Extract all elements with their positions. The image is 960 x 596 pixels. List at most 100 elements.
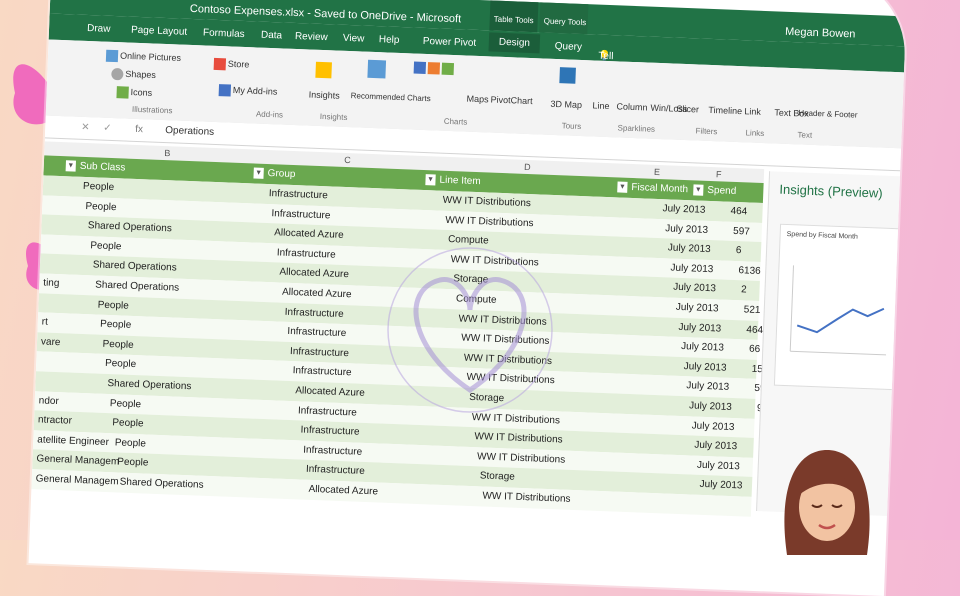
user-name[interactable]: Megan Bowen xyxy=(785,26,856,41)
table-cell[interactable]: People xyxy=(85,201,117,213)
column-header[interactable]: B xyxy=(164,148,170,158)
table-cell[interactable]: WW IT Distributions xyxy=(477,451,566,465)
header-group[interactable]: Group xyxy=(267,168,295,180)
table-cell[interactable]: Infrastructure xyxy=(306,464,365,477)
shapes-button[interactable]: Shapes xyxy=(111,67,156,82)
header-spend[interactable]: Spend xyxy=(707,185,736,197)
recommended-charts-button[interactable] xyxy=(367,59,388,79)
table-cell[interactable]: 2 xyxy=(741,285,747,296)
column-header[interactable]: E xyxy=(654,167,660,177)
table-cell[interactable]: Allocated Azure xyxy=(308,484,378,498)
table-cell[interactable]: People xyxy=(117,457,149,469)
filter-dropdown-icon[interactable]: ▼ xyxy=(425,174,436,186)
table-cell[interactable]: People xyxy=(97,299,129,311)
table-cell[interactable]: WW IT Distributions xyxy=(445,214,534,228)
table-cell[interactable]: People xyxy=(110,398,142,410)
my-addins-button[interactable]: My Add-ins xyxy=(218,84,278,98)
filter-dropdown-icon[interactable]: ▼ xyxy=(253,167,264,179)
enter-icon[interactable]: ✓ xyxy=(103,123,112,134)
table-cell[interactable]: Allocated Azure xyxy=(279,267,349,281)
table-cell[interactable]: Infrastructure xyxy=(292,365,351,378)
table-cell[interactable]: People xyxy=(115,437,147,449)
tab-formulas[interactable]: Formulas xyxy=(203,27,245,40)
table-cell[interactable]: People xyxy=(105,358,137,370)
table-cell[interactable]: General Managem xyxy=(36,454,119,468)
store-button[interactable]: Store xyxy=(213,57,250,71)
sparkline-line-button[interactable]: Line xyxy=(592,100,609,111)
table-cell[interactable]: ntractor xyxy=(38,415,72,427)
table-cell[interactable]: ndor xyxy=(39,395,59,407)
table-cell[interactable]: Shared Operations xyxy=(93,260,177,274)
table-cell[interactable]: vare xyxy=(41,336,61,348)
table-cell[interactable]: Infrastructure xyxy=(303,444,362,457)
table-cell[interactable]: 464 xyxy=(746,324,763,336)
table-cell[interactable]: Infrastructure xyxy=(285,306,344,319)
table-cell[interactable]: 66 xyxy=(749,344,761,355)
table-cell[interactable]: Allocated Azure xyxy=(295,385,365,399)
table-cell[interactable]: 6 xyxy=(736,245,742,256)
table-cell[interactable]: WW IT Distributions xyxy=(461,333,550,347)
table-cell[interactable]: Shared Operations xyxy=(95,279,179,293)
3d-map-button[interactable] xyxy=(559,67,578,84)
tab-help[interactable]: Help xyxy=(379,34,400,46)
filter-dropdown-icon[interactable]: ▼ xyxy=(617,181,628,193)
tab-query[interactable]: Query xyxy=(555,41,583,53)
table-cell[interactable]: Infrastructure xyxy=(277,247,336,260)
column-header[interactable]: C xyxy=(344,155,351,165)
table-cell[interactable]: Infrastructure xyxy=(269,188,328,201)
maps-button[interactable]: Maps xyxy=(466,94,488,105)
table-cell[interactable]: WW IT Distributions xyxy=(482,490,571,504)
table-cell[interactable]: People xyxy=(90,240,122,252)
table-cell[interactable]: WW IT Distributions xyxy=(450,254,539,268)
context-tab-query-tools[interactable]: Query Tools xyxy=(539,2,589,35)
table-cell[interactable]: ting xyxy=(43,277,60,289)
table-cell[interactable]: July 2013 xyxy=(697,459,740,472)
table-cell[interactable]: atellite Engineer xyxy=(37,434,109,448)
table-cell[interactable]: General Managem xyxy=(36,473,119,487)
online-pictures-button[interactable]: Online Pictures xyxy=(105,49,181,65)
table-cell[interactable]: July 2013 xyxy=(684,361,727,374)
table-cell[interactable]: 464 xyxy=(730,206,747,218)
table-cell[interactable]: Infrastructure xyxy=(287,326,346,339)
table-cell[interactable]: July 2013 xyxy=(662,203,705,216)
pivotchart-button[interactable]: PivotChart xyxy=(490,95,532,107)
table-cell[interactable]: rt xyxy=(42,317,49,328)
chart-gallery[interactable] xyxy=(413,61,456,76)
table-cell[interactable]: People xyxy=(112,417,144,429)
table-cell[interactable]: Allocated Azure xyxy=(274,227,344,241)
table-cell[interactable]: WW IT Distributions xyxy=(472,412,561,426)
table-cell[interactable]: July 2013 xyxy=(689,400,732,413)
header-sub-class[interactable]: Sub Class xyxy=(80,161,126,174)
table-cell[interactable]: 521 xyxy=(744,304,761,316)
table-cell[interactable]: Infrastructure xyxy=(290,346,349,359)
table-cell[interactable]: July 2013 xyxy=(699,479,742,492)
table-cell[interactable]: Compute xyxy=(456,293,497,306)
header-line-item[interactable]: Line Item xyxy=(439,175,481,188)
table-cell[interactable]: July 2013 xyxy=(665,223,708,236)
table-cell[interactable]: WW IT Distributions xyxy=(466,372,555,386)
table-cell[interactable]: Infrastructure xyxy=(300,425,359,438)
table-cell[interactable]: Compute xyxy=(448,234,489,247)
slicer-button[interactable]: Slicer xyxy=(676,104,699,115)
table-cell[interactable]: People xyxy=(100,319,132,331)
table-cell[interactable]: July 2013 xyxy=(670,262,713,275)
table-cell[interactable]: Storage xyxy=(469,392,504,404)
tab-data[interactable]: Data xyxy=(261,30,283,42)
timeline-button[interactable]: Timeline xyxy=(708,105,742,116)
table-cell[interactable]: 6136 xyxy=(738,265,761,277)
table-cell[interactable]: Infrastructure xyxy=(298,405,357,418)
table-cell[interactable]: July 2013 xyxy=(691,420,734,433)
table-cell[interactable]: July 2013 xyxy=(686,381,729,394)
table-cell[interactable]: People xyxy=(102,339,134,351)
tab-power-pivot[interactable]: Power Pivot xyxy=(423,36,477,49)
sparkline-column-button[interactable]: Column xyxy=(616,101,647,112)
table-cell[interactable]: Storage xyxy=(453,274,488,286)
link-button[interactable]: Link xyxy=(744,106,761,117)
table-cell[interactable]: WW IT Distributions xyxy=(474,431,563,445)
table-cell[interactable]: 597 xyxy=(733,226,750,238)
header-fiscal-month[interactable]: Fiscal Month xyxy=(631,182,688,195)
table-cell[interactable]: July 2013 xyxy=(676,302,719,315)
insight-card[interactable]: Spend by Fiscal Month xyxy=(773,223,903,391)
table-cell[interactable]: July 2013 xyxy=(673,282,716,295)
table-cell[interactable]: Infrastructure xyxy=(271,208,330,221)
